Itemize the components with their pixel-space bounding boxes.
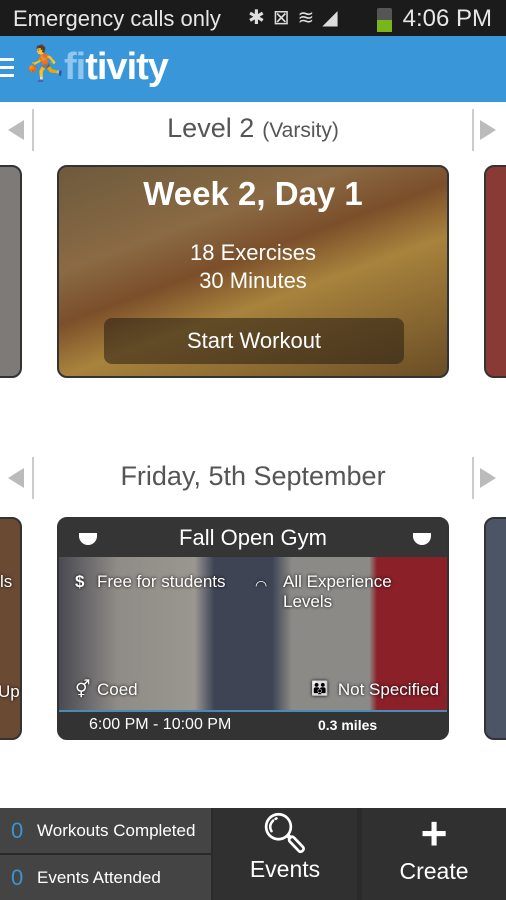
divider (472, 109, 474, 151)
level-title: Level 2 (Varsity) (0, 113, 506, 144)
logo-suffix: tivity (85, 46, 169, 88)
create-button[interactable]: + Create (362, 808, 506, 900)
workouts-count: 0 (11, 818, 24, 843)
events-attended-stat: 0 Events Attended (0, 855, 211, 900)
player-logo-icon: ⛹ (24, 45, 67, 83)
app-logo[interactable]: fitivity (64, 46, 169, 89)
exercise-count: 18 Exercises (190, 240, 316, 265)
level-sub: (Varsity) (262, 119, 339, 142)
gauge-icon: ◠ (255, 577, 268, 593)
next-date-arrow[interactable] (480, 468, 496, 488)
partial-text: Up (0, 682, 20, 701)
workout-title: Week 2, Day 1 (143, 175, 363, 212)
prev-event-card[interactable]: ls Up (0, 517, 22, 740)
workouts-completed-stat: 0 Workouts Completed (0, 808, 211, 853)
event-footer: 6:00 PM - 10:00 PM 0.3 miles (59, 710, 447, 738)
people-icon: 👪 (311, 680, 329, 696)
status-icons: ✱⊠≋◢ (248, 7, 346, 29)
level-name: Level 2 (167, 113, 255, 143)
plus-icon: + (420, 807, 448, 859)
status-bar: Emergency calls only ✱⊠≋◢ 4:06 PM (0, 0, 506, 36)
search-icon: 🔍︎ (260, 813, 310, 855)
event-title: Fall Open Gym (59, 519, 447, 557)
event-date: Friday, 5th September (120, 461, 386, 491)
event-card[interactable]: Fall Open Gym $ Free for students ◠ All … (57, 517, 449, 740)
events-label: Events Attended (37, 868, 161, 887)
event-gender: Coed (97, 680, 138, 699)
create-button-label: Create (399, 858, 469, 884)
events-button[interactable]: 🔍︎ Events (213, 808, 357, 900)
clock: 4:06 PM (402, 5, 492, 32)
workouts-label: Workouts Completed (37, 821, 196, 840)
events-button-label: Events (249, 856, 321, 882)
battery-icon (377, 8, 392, 32)
prev-workout-card[interactable] (0, 165, 22, 378)
dollar-icon: $ (75, 572, 85, 591)
bottom-bar: 0 Workouts Completed 0 Events Attended 🔍… (0, 808, 506, 900)
workout-card[interactable]: Week 2, Day 1 18 Exercises 30 Minutes St… (57, 165, 449, 378)
next-event-card[interactable] (484, 517, 506, 740)
event-price: Free for students (97, 572, 226, 591)
gender-icon: ⚥ (75, 680, 91, 699)
event-distance: 0.3 miles (318, 717, 378, 733)
event-time: 6:00 PM - 10:00 PM (89, 716, 232, 733)
app-header: ⛹ fitivity (0, 36, 506, 102)
next-level-arrow[interactable] (480, 120, 496, 140)
event-experience: All Experience Levels (283, 572, 392, 611)
carrier-text: Emergency calls only (13, 6, 221, 31)
next-workout-card[interactable] (484, 165, 506, 378)
menu-icon[interactable] (0, 58, 14, 78)
logo-prefix: fi (64, 46, 86, 88)
partial-text: ls (0, 572, 13, 591)
start-workout-button[interactable]: Start Workout (104, 318, 404, 364)
events-count: 0 (11, 865, 24, 890)
divider (472, 457, 474, 499)
workout-duration: 30 Minutes (199, 268, 307, 293)
event-age: Not Specified (337, 680, 439, 699)
